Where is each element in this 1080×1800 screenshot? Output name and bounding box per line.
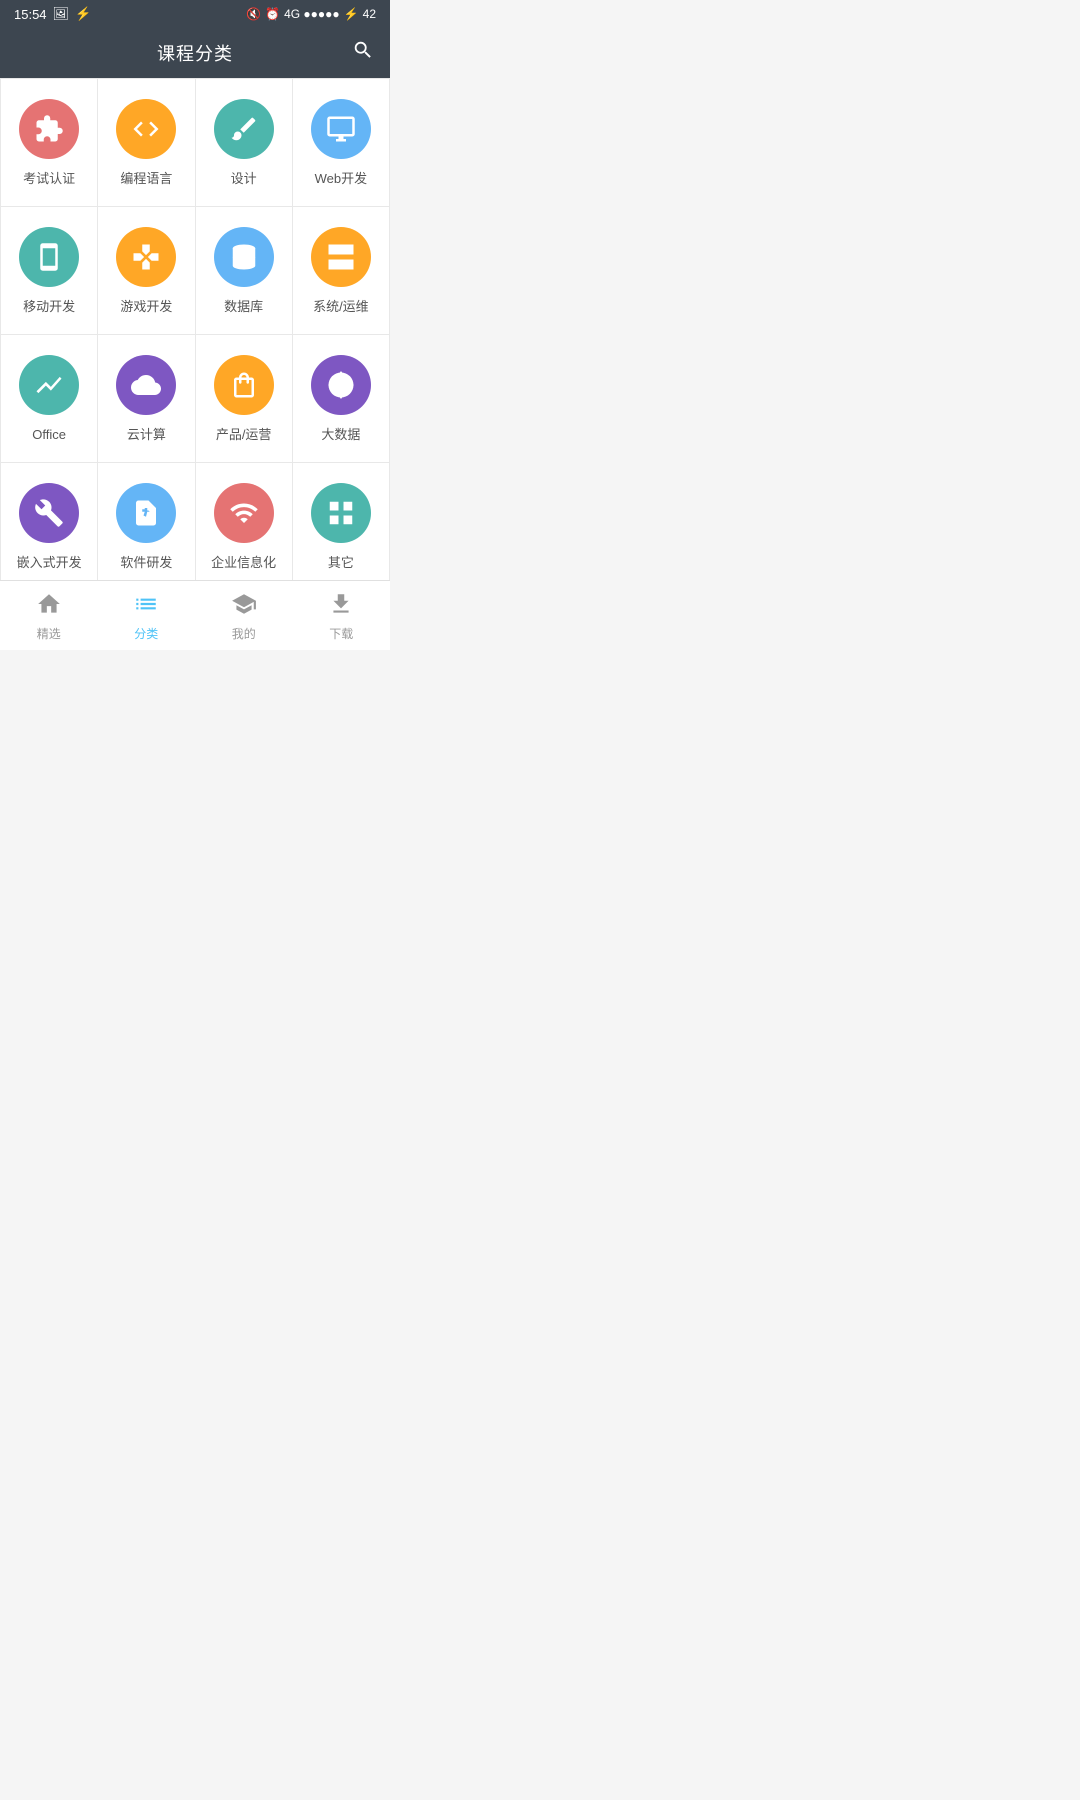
tab-label-mine: 我的 <box>232 625 256 642</box>
category-item-cloud[interactable]: 云计算 <box>98 335 195 463</box>
category-grid: 考试认证 编程语言 设计 Web开发移动开发 游戏开发 数据库 系统/运维 Office 云计算… <box>0 78 390 580</box>
category-item-design[interactable]: 设计 <box>196 79 293 207</box>
category-icon-other <box>311 483 371 543</box>
category-icon-design <box>214 99 274 159</box>
category-item-webdev[interactable]: Web开发 <box>293 79 390 207</box>
tab-label-category: 分类 <box>134 625 158 642</box>
tab-label-download: 下载 <box>329 625 353 642</box>
category-label-cloud: 云计算 <box>127 427 166 444</box>
status-right: 🔇 ⏰ 4G ●●●●● ⚡ 42 <box>246 7 376 21</box>
category-label-design: 设计 <box>231 171 257 188</box>
page-title: 课程分类 <box>157 40 233 66</box>
category-label-software: 软件研发 <box>120 555 172 572</box>
tab-item-mine[interactable]: 我的 <box>195 581 293 650</box>
category-label-enterprise: 企业信息化 <box>211 555 276 572</box>
category-label-embedded: 嵌入式开发 <box>17 555 82 572</box>
status-time: 15:54 <box>14 7 47 22</box>
category-item-programming[interactable]: 编程语言 <box>98 79 195 207</box>
category-item-software[interactable]: 软件研发 <box>98 463 195 580</box>
category-icon-embedded <box>19 483 79 543</box>
category-label-office: Office <box>32 427 66 444</box>
category-icon-database <box>214 227 274 287</box>
category-item-product[interactable]: 产品/运营 <box>196 335 293 463</box>
category-label-database: 数据库 <box>224 299 263 316</box>
category-icon-programming <box>116 99 176 159</box>
tab-label-home: 精选 <box>37 625 61 642</box>
status-mute-icon: 🔇 <box>246 7 261 21</box>
category-label-programming: 编程语言 <box>120 171 172 188</box>
category-item-other[interactable]: 其它 <box>293 463 390 580</box>
category-item-mobile[interactable]: 移动开发 <box>1 207 98 335</box>
tab-bar: 精选 分类 我的 下载 <box>0 580 390 650</box>
category-item-sysops[interactable]: 系统/运维 <box>293 207 390 335</box>
status-battery: 42 <box>363 7 376 21</box>
category-icon-webdev <box>311 99 371 159</box>
tab-icon-category <box>133 591 159 621</box>
status-network: 4G ●●●●● <box>284 7 340 21</box>
top-nav: 课程分类 <box>0 28 390 78</box>
category-item-embedded[interactable]: 嵌入式开发 <box>1 463 98 580</box>
category-icon-product <box>214 355 274 415</box>
tab-item-download[interactable]: 下载 <box>293 581 391 650</box>
category-label-mobile: 移动开发 <box>23 299 75 316</box>
category-label-webdev: Web开发 <box>315 171 368 188</box>
category-item-game[interactable]: 游戏开发 <box>98 207 195 335</box>
category-icon-mobile <box>19 227 79 287</box>
category-icon-software <box>116 483 176 543</box>
status-usb-icon: ⚡ <box>75 6 91 22</box>
status-bar: 15:54 🖼 ⚡ 🔇 ⏰ 4G ●●●●● ⚡ 42 <box>0 0 390 28</box>
category-grid-container: 考试认证 编程语言 设计 Web开发移动开发 游戏开发 数据库 系统/运维 Office 云计算… <box>0 78 390 580</box>
category-label-product: 产品/运营 <box>216 427 272 444</box>
category-label-bigdata: 大数据 <box>321 427 360 444</box>
tab-item-home[interactable]: 精选 <box>0 581 98 650</box>
status-left: 15:54 🖼 ⚡ <box>14 6 91 22</box>
status-photo-icon: 🖼 <box>53 6 70 22</box>
category-item-office[interactable]: Office <box>1 335 98 463</box>
tab-icon-mine <box>231 591 257 621</box>
category-label-other: 其它 <box>328 555 354 572</box>
tab-item-category[interactable]: 分类 <box>98 581 196 650</box>
category-icon-game <box>116 227 176 287</box>
category-icon-sysops <box>311 227 371 287</box>
tab-icon-download <box>328 591 354 621</box>
category-icon-enterprise <box>214 483 274 543</box>
category-label-game: 游戏开发 <box>120 299 172 316</box>
category-icon-bigdata <box>311 355 371 415</box>
status-alarm-icon: ⏰ <box>265 7 280 21</box>
category-label-exam: 考试认证 <box>23 171 75 188</box>
category-icon-cloud <box>116 355 176 415</box>
category-item-enterprise[interactable]: 企业信息化 <box>196 463 293 580</box>
tab-icon-home <box>36 591 62 621</box>
category-item-bigdata[interactable]: 大数据 <box>293 335 390 463</box>
status-charge-icon: ⚡ <box>344 7 359 21</box>
category-item-exam[interactable]: 考试认证 <box>1 79 98 207</box>
category-item-database[interactable]: 数据库 <box>196 207 293 335</box>
category-icon-exam <box>19 99 79 159</box>
category-label-sysops: 系统/运维 <box>313 299 369 316</box>
search-icon[interactable] <box>352 39 374 67</box>
category-icon-office <box>19 355 79 415</box>
